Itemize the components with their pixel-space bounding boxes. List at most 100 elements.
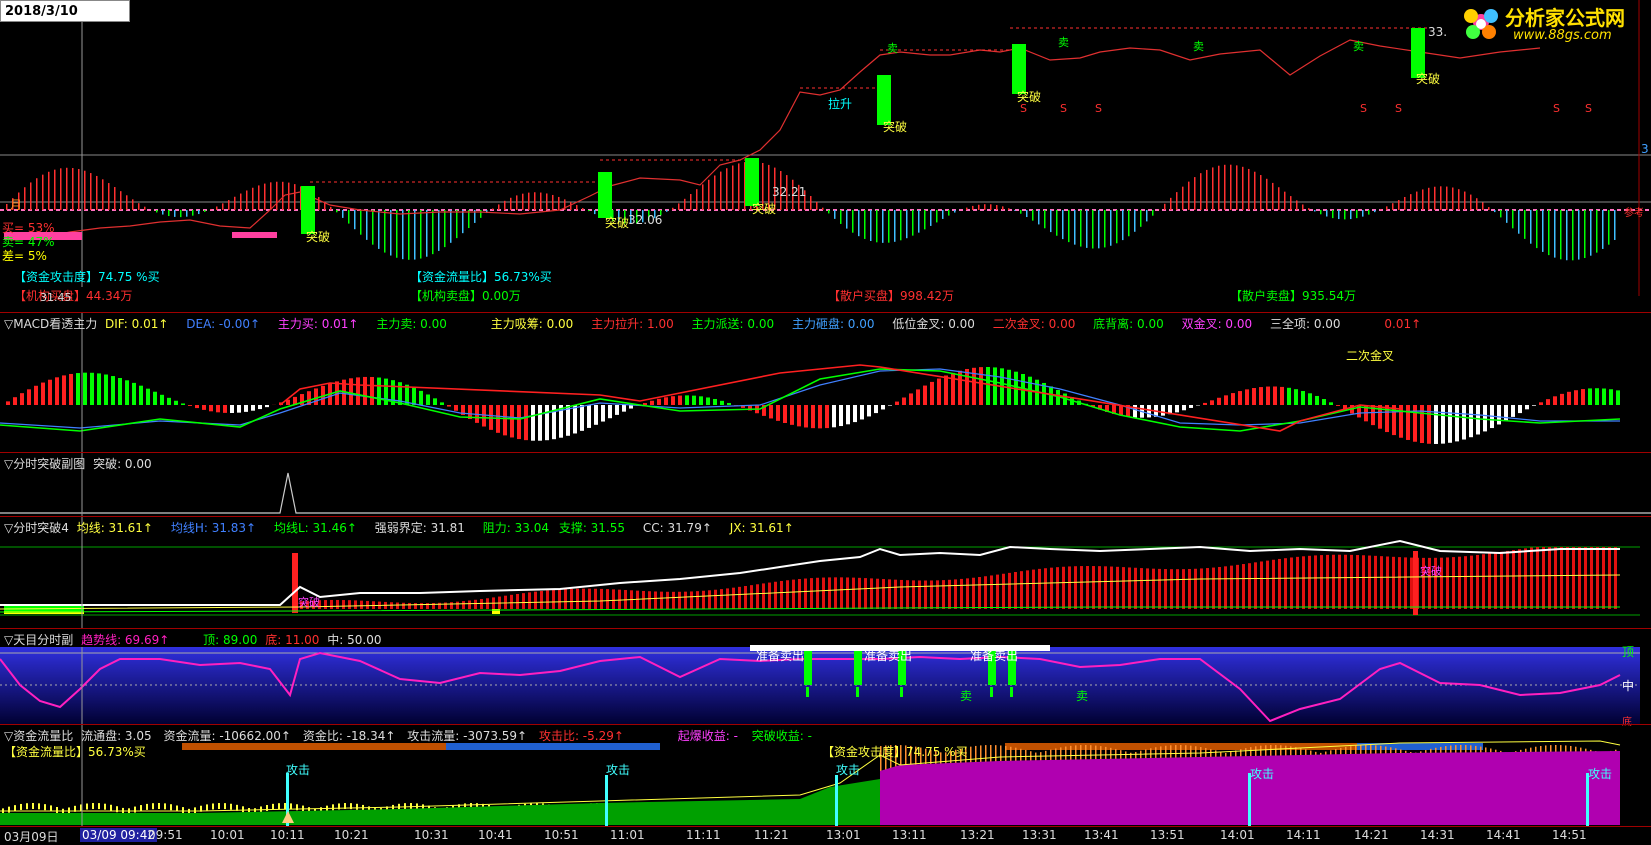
volume-bar	[1554, 210, 1556, 258]
flow-bar	[356, 804, 358, 810]
volume-bar	[1302, 204, 1304, 210]
axis-tick: 14:11	[1286, 828, 1321, 842]
volume-bar	[444, 210, 446, 247]
volume-bar	[1344, 210, 1346, 219]
b4-column	[1350, 555, 1353, 609]
b4-column	[1050, 568, 1053, 609]
b4-column	[516, 594, 519, 609]
volume-bar	[1014, 210, 1016, 211]
macd-bar	[13, 397, 17, 405]
macd-bar	[979, 367, 983, 405]
macd-bar	[1399, 405, 1403, 438]
macd-title[interactable]: ▽MACD看透主力	[4, 317, 97, 331]
macd-bar	[615, 405, 619, 415]
macd-bar	[881, 405, 885, 409]
volume-bar	[1464, 192, 1466, 210]
b4-title[interactable]: ▽分时突破4	[4, 521, 69, 535]
volume-bar	[1050, 210, 1052, 232]
macd-bar	[433, 398, 437, 405]
macd-bar	[1497, 405, 1501, 424]
volume-bar	[858, 210, 860, 236]
volume-bar	[378, 210, 380, 249]
svg-text:S: S	[1060, 102, 1067, 115]
time-axis[interactable]: 03月09日 03/09 09:42 09:5110:0110:1110:211…	[0, 826, 1651, 844]
macd-bar	[517, 405, 521, 439]
macd-bar	[594, 405, 598, 425]
volume-bar	[504, 201, 506, 210]
macd-bar	[132, 383, 136, 405]
volume-bar	[582, 208, 584, 210]
macd-bar	[657, 399, 661, 405]
flow-bar	[206, 804, 208, 810]
b4-column	[342, 600, 345, 609]
macd-bar	[720, 401, 724, 405]
tm-title[interactable]: ▽天目分时副	[4, 633, 73, 647]
tm-bottom: 底: 11.00	[265, 633, 319, 647]
b4-column	[744, 586, 747, 609]
breakout-label: 突破	[1416, 70, 1440, 87]
b4-column	[636, 591, 639, 609]
b4-column	[792, 580, 795, 609]
axis-tick: 14:01	[1220, 828, 1255, 842]
volume-bar	[1398, 200, 1400, 210]
axis-tick: 13:41	[1084, 828, 1119, 842]
diff-percent: 差= 5%	[2, 247, 47, 264]
macd-bar	[1147, 405, 1151, 417]
volume-bar	[1314, 210, 1316, 211]
ff-title[interactable]: ▽资金流量比	[4, 729, 73, 743]
volume-bar	[942, 210, 944, 219]
b4-column	[1536, 547, 1539, 609]
flow-bar	[224, 803, 226, 809]
macd-bar	[860, 405, 864, 419]
breakout-sub-title[interactable]: ▽分时突破副图	[4, 457, 85, 471]
macd-dea: DEA: -0.00↑	[186, 317, 260, 331]
b4-column	[1614, 547, 1617, 609]
volume-bar	[276, 182, 278, 210]
main-price-panel[interactable]: SSS SSSS 卖卖卖卖 2018/3/10 16:37:25 分析家公式网 …	[0, 0, 1651, 296]
macd-bar	[923, 386, 927, 405]
b4-column	[732, 588, 735, 609]
breakout-sub-panel[interactable]: ▽分时突破副图 突破: 0.00	[0, 452, 1651, 517]
volume-bar	[168, 210, 170, 216]
b4-column	[408, 603, 411, 609]
volume-bar	[258, 185, 260, 210]
breakout4-panel[interactable]: ▽分时突破4 均线: 31.61↑ 均线H: 31.83↑ 均线L: 31.46…	[0, 516, 1651, 629]
volume-bar	[1380, 209, 1382, 210]
volume-bar	[576, 205, 578, 210]
b4-column	[576, 589, 579, 609]
b4-column	[468, 600, 471, 609]
b4-column	[1038, 569, 1041, 609]
volume-bar	[1308, 208, 1310, 210]
b4-column	[522, 593, 525, 609]
volume-bar	[138, 203, 140, 210]
b4-column	[540, 591, 543, 609]
volume-bar	[1104, 210, 1106, 247]
volume-bar	[456, 210, 458, 238]
b4-column	[642, 591, 645, 609]
macd-bar	[167, 398, 171, 405]
volume-bar	[348, 210, 350, 224]
macd-bar	[853, 405, 857, 422]
volume-bar	[216, 207, 218, 210]
volume-bar	[918, 210, 920, 233]
ready-sell-label: 准备卖出	[864, 647, 912, 664]
volume-bar	[144, 207, 146, 210]
volume-bar	[894, 210, 896, 242]
volume-bar	[870, 210, 872, 241]
volume-bar	[102, 179, 104, 210]
macd-bar	[895, 402, 899, 405]
macd-bar	[1336, 405, 1340, 406]
macd-bar	[377, 378, 381, 405]
macd-bar	[1574, 390, 1578, 405]
volume-bar	[1488, 207, 1490, 210]
breakout-label: 突破	[883, 118, 907, 135]
fund-flow-panel[interactable]: ▽资金流量比 流通盘: 3.05 资金流量: -10662.00↑ 资金比: -…	[0, 724, 1651, 827]
b4-column	[1272, 560, 1275, 609]
b4-column	[882, 579, 885, 609]
macd-panel[interactable]: ▽MACD看透主力 DIF: 0.01↑ DEA: -0.00↑ 主力买: 0.…	[0, 312, 1651, 453]
volume-bar	[1386, 206, 1388, 210]
breakout-label: 突破	[306, 228, 330, 245]
b4-column	[1248, 563, 1251, 609]
tianmu-panel[interactable]: ▽天目分时副 趋势线: 69.69↑ 顶: 89.00 底: 11.00 中: …	[0, 628, 1651, 725]
macd-bar	[1294, 389, 1298, 405]
